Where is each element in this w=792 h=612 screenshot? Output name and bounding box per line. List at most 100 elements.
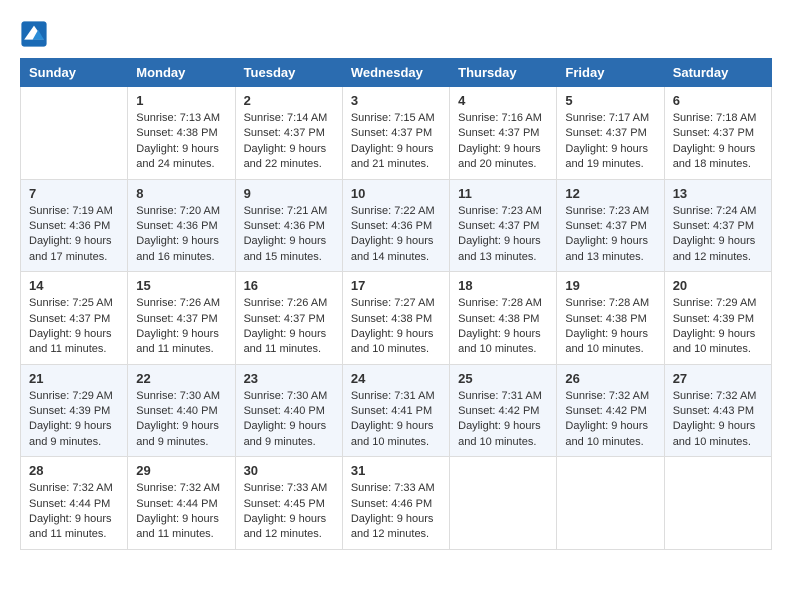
logo-icon bbox=[20, 20, 48, 48]
calendar-cell: 3Sunrise: 7:15 AM Sunset: 4:37 PM Daylig… bbox=[342, 87, 449, 180]
day-of-week-header: Friday bbox=[557, 59, 664, 87]
calendar-week-row: 28 Sunrise: 7:32 AM Sunset: 4:44 PM Dayli… bbox=[21, 457, 772, 550]
cell-content: Sunrise: 7:24 AM Sunset: 4:37 PM Dayligh… bbox=[673, 204, 763, 266]
day-number: 5 bbox=[565, 93, 655, 108]
day-number: 21 bbox=[29, 371, 119, 386]
day-number: 15 bbox=[136, 278, 226, 293]
day-number: 8 bbox=[136, 186, 226, 201]
calendar-cell bbox=[664, 457, 771, 550]
day-number: 24 bbox=[351, 371, 441, 386]
day-of-week-header: Thursday bbox=[450, 59, 557, 87]
day-number: 13 bbox=[673, 186, 763, 201]
cell-content: Sunrise: 7:17 AM Sunset: 4:37 PM Dayligh… bbox=[565, 111, 655, 173]
calendar-cell: 13 Sunrise: 7:24 AM Sunset: 4:37 PM Dayli… bbox=[664, 179, 771, 272]
day-of-week-header: Sunday bbox=[21, 59, 128, 87]
calendar-cell: 16 Sunrise: 7:26 AM Sunset: 4:37 PM Dayli… bbox=[235, 272, 342, 365]
cell-content: Sunrise: 7:33 AM Sunset: 4:45 PM Dayligh… bbox=[244, 481, 334, 543]
cell-content: Sunrise: 7:29 AM Sunset: 4:39 PM Dayligh… bbox=[673, 296, 763, 358]
calendar-table: SundayMondayTuesdayWednesdayThursdayFrid… bbox=[20, 58, 772, 550]
calendar-cell: 15 Sunrise: 7:26 AM Sunset: 4:37 PM Dayli… bbox=[128, 272, 235, 365]
day-number: 17 bbox=[351, 278, 441, 293]
cell-content: Sunrise: 7:18 AM Sunset: 4:37 PM Dayligh… bbox=[673, 111, 763, 173]
calendar-cell: 14Sunrise: 7:25 AM Sunset: 4:37 PM Dayli… bbox=[21, 272, 128, 365]
day-of-week-header: Tuesday bbox=[235, 59, 342, 87]
calendar-cell: 21 Sunrise: 7:29 AM Sunset: 4:39 PM Dayli… bbox=[21, 364, 128, 457]
calendar-cell: 19Sunrise: 7:28 AM Sunset: 4:38 PM Dayli… bbox=[557, 272, 664, 365]
cell-content: Sunrise: 7:33 AM Sunset: 4:46 PM Dayligh… bbox=[351, 481, 441, 543]
cell-content: Sunrise: 7:31 AM Sunset: 4:42 PM Dayligh… bbox=[458, 389, 548, 451]
calendar-cell: 20 Sunrise: 7:29 AM Sunset: 4:39 PM Dayli… bbox=[664, 272, 771, 365]
cell-content: Sunrise: 7:23 AM Sunset: 4:37 PM Dayligh… bbox=[458, 204, 548, 266]
cell-content: Sunrise: 7:16 AM Sunset: 4:37 PM Dayligh… bbox=[458, 111, 548, 173]
day-number: 10 bbox=[351, 186, 441, 201]
cell-content: Sunrise: 7:27 AM Sunset: 4:38 PM Dayligh… bbox=[351, 296, 441, 358]
cell-content: Sunrise: 7:19 AM Sunset: 4:36 PM Dayligh… bbox=[29, 204, 119, 266]
calendar-header: SundayMondayTuesdayWednesdayThursdayFrid… bbox=[21, 59, 772, 87]
calendar-cell: 1 Sunrise: 7:13 AM Sunset: 4:38 PM Daylig… bbox=[128, 87, 235, 180]
day-of-week-header: Monday bbox=[128, 59, 235, 87]
day-number: 20 bbox=[673, 278, 763, 293]
logo bbox=[20, 20, 50, 48]
calendar-cell: 29 Sunrise: 7:32 AM Sunset: 4:44 PM Dayli… bbox=[128, 457, 235, 550]
cell-content: Sunrise: 7:21 AM Sunset: 4:36 PM Dayligh… bbox=[244, 204, 334, 266]
cell-content: Sunrise: 7:20 AM Sunset: 4:36 PM Dayligh… bbox=[136, 204, 226, 266]
calendar-cell: 7Sunrise: 7:19 AM Sunset: 4:36 PM Daylig… bbox=[21, 179, 128, 272]
day-number: 23 bbox=[244, 371, 334, 386]
day-number: 27 bbox=[673, 371, 763, 386]
calendar-cell: 26 Sunrise: 7:32 AM Sunset: 4:42 PM Dayli… bbox=[557, 364, 664, 457]
day-number: 29 bbox=[136, 463, 226, 478]
cell-content: Sunrise: 7:30 AM Sunset: 4:40 PM Dayligh… bbox=[244, 389, 334, 451]
day-number: 30 bbox=[244, 463, 334, 478]
calendar-cell: 24 Sunrise: 7:31 AM Sunset: 4:41 PM Dayli… bbox=[342, 364, 449, 457]
calendar-cell: 23 Sunrise: 7:30 AM Sunset: 4:40 PM Dayli… bbox=[235, 364, 342, 457]
day-number: 28 bbox=[29, 463, 119, 478]
day-number: 19 bbox=[565, 278, 655, 293]
calendar-cell: 28 Sunrise: 7:32 AM Sunset: 4:44 PM Dayli… bbox=[21, 457, 128, 550]
calendar-cell: 31 Sunrise: 7:33 AM Sunset: 4:46 PM Dayli… bbox=[342, 457, 449, 550]
cell-content: Sunrise: 7:13 AM Sunset: 4:38 PM Dayligh… bbox=[136, 111, 226, 173]
day-number: 22 bbox=[136, 371, 226, 386]
calendar-cell: 17 Sunrise: 7:27 AM Sunset: 4:38 PM Dayli… bbox=[342, 272, 449, 365]
calendar-cell: 4 Sunrise: 7:16 AM Sunset: 4:37 PM Daylig… bbox=[450, 87, 557, 180]
day-number: 6 bbox=[673, 93, 763, 108]
cell-content: Sunrise: 7:25 AM Sunset: 4:37 PM Dayligh… bbox=[29, 296, 119, 358]
cell-content: Sunrise: 7:32 AM Sunset: 4:44 PM Dayligh… bbox=[136, 481, 226, 543]
cell-content: Sunrise: 7:32 AM Sunset: 4:42 PM Dayligh… bbox=[565, 389, 655, 451]
day-number: 12 bbox=[565, 186, 655, 201]
day-number: 11 bbox=[458, 186, 548, 201]
calendar-cell: 18 Sunrise: 7:28 AM Sunset: 4:38 PM Dayli… bbox=[450, 272, 557, 365]
calendar-week-row: 1 Sunrise: 7:13 AM Sunset: 4:38 PM Daylig… bbox=[21, 87, 772, 180]
day-of-week-header: Saturday bbox=[664, 59, 771, 87]
cell-content: Sunrise: 7:29 AM Sunset: 4:39 PM Dayligh… bbox=[29, 389, 119, 451]
calendar-cell: 6 Sunrise: 7:18 AM Sunset: 4:37 PM Daylig… bbox=[664, 87, 771, 180]
calendar-cell: 9 Sunrise: 7:21 AM Sunset: 4:36 PM Daylig… bbox=[235, 179, 342, 272]
cell-content: Sunrise: 7:22 AM Sunset: 4:36 PM Dayligh… bbox=[351, 204, 441, 266]
day-number: 9 bbox=[244, 186, 334, 201]
calendar-cell bbox=[21, 87, 128, 180]
cell-content: Sunrise: 7:26 AM Sunset: 4:37 PM Dayligh… bbox=[136, 296, 226, 358]
cell-content: Sunrise: 7:32 AM Sunset: 4:43 PM Dayligh… bbox=[673, 389, 763, 451]
day-number: 31 bbox=[351, 463, 441, 478]
calendar-week-row: 7Sunrise: 7:19 AM Sunset: 4:36 PM Daylig… bbox=[21, 179, 772, 272]
day-number: 26 bbox=[565, 371, 655, 386]
calendar-cell bbox=[450, 457, 557, 550]
day-number: 18 bbox=[458, 278, 548, 293]
calendar-cell bbox=[557, 457, 664, 550]
day-number: 1 bbox=[136, 93, 226, 108]
cell-content: Sunrise: 7:31 AM Sunset: 4:41 PM Dayligh… bbox=[351, 389, 441, 451]
calendar-cell: 12Sunrise: 7:23 AM Sunset: 4:37 PM Dayli… bbox=[557, 179, 664, 272]
day-of-week-header: Wednesday bbox=[342, 59, 449, 87]
cell-content: Sunrise: 7:26 AM Sunset: 4:37 PM Dayligh… bbox=[244, 296, 334, 358]
calendar-cell: 11 Sunrise: 7:23 AM Sunset: 4:37 PM Dayli… bbox=[450, 179, 557, 272]
calendar-cell: 5 Sunrise: 7:17 AM Sunset: 4:37 PM Daylig… bbox=[557, 87, 664, 180]
calendar-week-row: 21 Sunrise: 7:29 AM Sunset: 4:39 PM Dayli… bbox=[21, 364, 772, 457]
day-number: 16 bbox=[244, 278, 334, 293]
cell-content: Sunrise: 7:28 AM Sunset: 4:38 PM Dayligh… bbox=[458, 296, 548, 358]
day-number: 3 bbox=[351, 93, 441, 108]
cell-content: Sunrise: 7:14 AM Sunset: 4:37 PM Dayligh… bbox=[244, 111, 334, 173]
page-header bbox=[20, 20, 772, 48]
day-number: 2 bbox=[244, 93, 334, 108]
calendar-week-row: 14Sunrise: 7:25 AM Sunset: 4:37 PM Dayli… bbox=[21, 272, 772, 365]
day-number: 4 bbox=[458, 93, 548, 108]
cell-content: Sunrise: 7:32 AM Sunset: 4:44 PM Dayligh… bbox=[29, 481, 119, 543]
